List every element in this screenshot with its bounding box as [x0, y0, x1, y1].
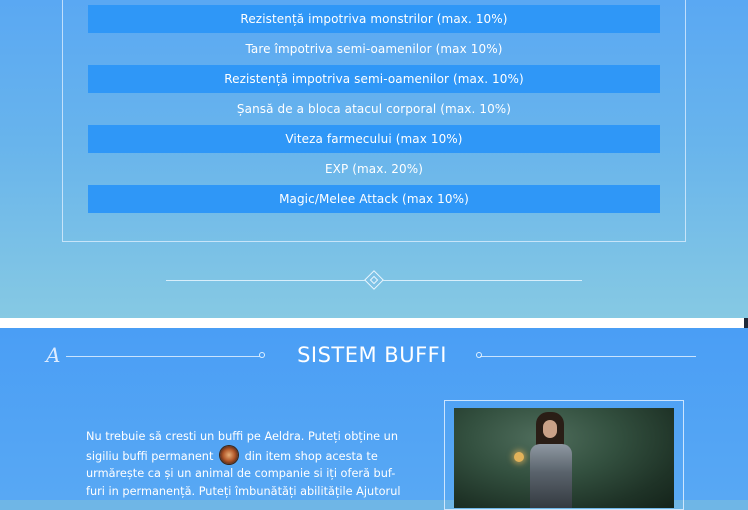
stat-label: EXP (max. 20%)	[324, 162, 424, 176]
stat-row: Viteza farmecului (max 10%)	[88, 125, 660, 153]
stat-row: EXP (max. 20%)	[88, 155, 660, 183]
stat-label: Tare împotriva semi-oamenilor (max 10%)	[245, 42, 503, 56]
title-line-right	[480, 356, 696, 357]
stat-row: Tare împotriva semi-oamenilor (max 10%)	[88, 35, 660, 63]
glow-effect	[514, 452, 524, 462]
section-title: SISTEM BUFFI	[297, 343, 447, 367]
stat-label: Viteza farmecului (max 10%)	[285, 132, 463, 146]
stat-label: Rezistență impotriva monstrilor (max. 10…	[240, 12, 508, 26]
title-line-left	[66, 356, 262, 357]
title-dot-right-icon	[476, 352, 482, 358]
buffi-seal-icon	[220, 445, 238, 464]
title-dot-left-icon	[259, 352, 265, 358]
character-armor	[530, 444, 572, 508]
section-separator	[0, 318, 748, 328]
stat-row: Magic/Melee Attack (max 10%)	[88, 185, 660, 213]
stat-label: Magic/Melee Attack (max 10%)	[279, 192, 469, 206]
stat-label: Șansă de a bloca atacul corporal (max. 1…	[236, 102, 512, 116]
decorative-letter: A	[46, 343, 61, 367]
buffi-character-image	[454, 408, 674, 508]
stat-row: Șansă de a bloca atacul corporal (max. 1…	[88, 95, 660, 123]
edge-marker	[744, 318, 748, 328]
stat-row: Rezistență impotriva monstrilor (max. 10…	[88, 5, 660, 33]
stat-row: Rezistență impotriva semi-oamenilor (max…	[88, 65, 660, 93]
section-description: Nu trebuie să cresti un buffi pe Aeldra.…	[86, 428, 404, 500]
stat-label: Rezistență impotriva semi-oamenilor (max…	[224, 72, 524, 86]
character-face	[543, 420, 557, 438]
